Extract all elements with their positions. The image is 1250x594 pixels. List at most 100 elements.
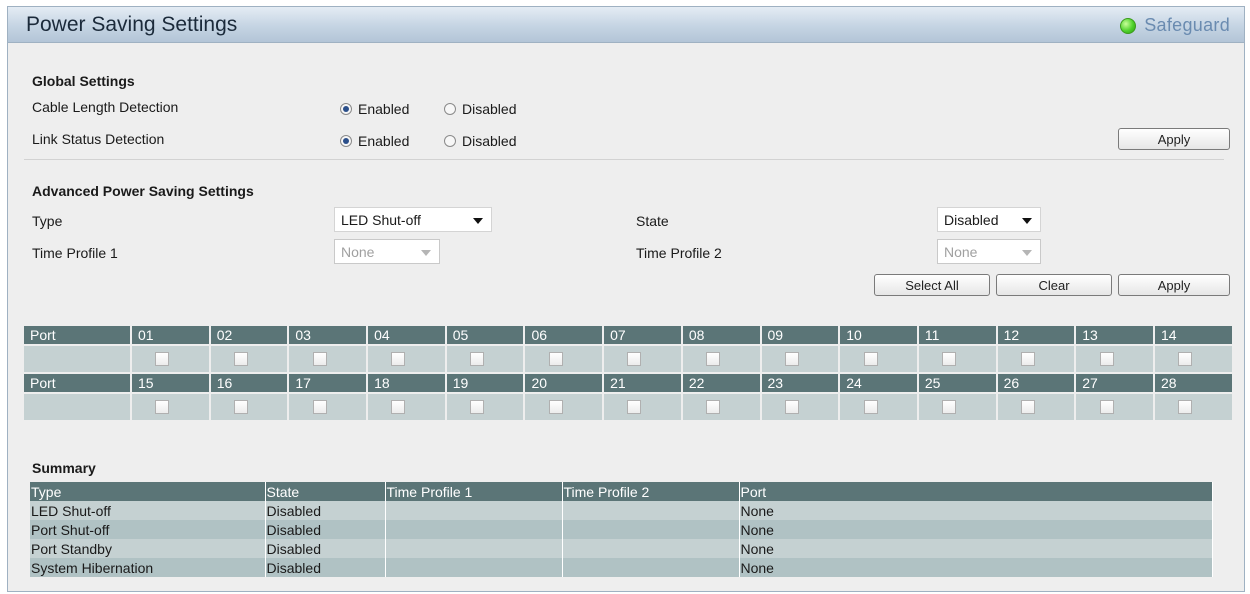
table-cell: Port Shut-off [30, 520, 266, 539]
port-number: 07 [604, 326, 683, 346]
port-checkbox[interactable] [627, 400, 642, 414]
select-all-button[interactable]: Select All [874, 274, 990, 296]
table-cell [385, 558, 563, 577]
column-header: Port [739, 482, 1213, 501]
port-cell [918, 346, 998, 374]
radio-label: Enabled [358, 133, 410, 149]
type-select[interactable]: LED Shut-off [334, 207, 492, 232]
port-number: 22 [682, 374, 762, 394]
column-header: State [265, 482, 386, 501]
port-number: 17 [289, 374, 369, 394]
port-number: 27 [1076, 374, 1155, 394]
table-cell [562, 520, 740, 539]
radio-unselected-icon [444, 135, 456, 147]
table-cell: None [739, 520, 1213, 539]
table-cell [562, 539, 740, 558]
radio-selected-icon [340, 135, 352, 147]
port-cell [918, 394, 998, 422]
port-cell [368, 346, 447, 374]
table-cell: None [739, 539, 1213, 558]
summary-table: Type State Time Profile 1 Time Profile 2… [30, 482, 1213, 577]
port-cell [1154, 346, 1234, 374]
port-checkbox[interactable] [706, 400, 721, 414]
port-number: 03 [289, 326, 369, 346]
port-number: 13 [1076, 326, 1155, 346]
type-label: Type [32, 213, 63, 229]
port-checkbox[interactable] [784, 352, 799, 366]
advanced-apply-button[interactable]: Apply [1118, 274, 1230, 296]
link-status-disabled-radio[interactable]: Disabled [444, 133, 516, 149]
port-number: 25 [918, 374, 998, 394]
port-checkbox[interactable] [627, 352, 642, 366]
clear-button[interactable]: Clear [996, 274, 1112, 296]
time-profile-1-select[interactable]: None [334, 239, 440, 264]
empty-cell [24, 346, 132, 374]
radio-selected-icon [340, 103, 352, 115]
port-checkbox[interactable] [155, 400, 170, 414]
port-checkbox[interactable] [942, 352, 957, 366]
port-checkbox[interactable] [706, 352, 721, 366]
port-checkbox[interactable] [1178, 352, 1193, 366]
cable-length-enabled-radio[interactable]: Enabled [340, 101, 409, 117]
port-checkbox[interactable] [1099, 352, 1114, 366]
port-number: 18 [368, 374, 447, 394]
port-checkbox[interactable] [784, 400, 799, 414]
global-apply-button[interactable]: Apply [1118, 128, 1230, 150]
port-header-label: Port [24, 326, 132, 346]
time-profile-2-value: None [944, 243, 978, 260]
cable-length-disabled-radio[interactable]: Disabled [444, 101, 516, 117]
title-bar: Power Saving Settings Safeguard [8, 7, 1244, 43]
port-checkbox[interactable] [234, 400, 249, 414]
port-checkbox[interactable] [470, 400, 485, 414]
port-checkbox[interactable] [470, 352, 485, 366]
port-cell [761, 394, 841, 422]
radio-label: Disabled [462, 133, 517, 149]
column-header: Time Profile 1 [385, 482, 563, 501]
time-profile-1-value: None [341, 243, 375, 260]
port-number: 11 [918, 326, 998, 346]
port-number: 05 [446, 326, 526, 346]
port-checkbox[interactable] [1099, 400, 1114, 414]
table-cell: Port Standby [30, 539, 266, 558]
port-checkbox[interactable] [1020, 400, 1035, 414]
port-header-label: Port [24, 374, 132, 394]
state-label: State [636, 213, 669, 229]
port-cell [289, 346, 369, 374]
port-cell [1154, 394, 1234, 422]
port-checkbox[interactable] [942, 400, 957, 414]
time-profile-2-select[interactable]: None [937, 239, 1041, 264]
port-checkbox[interactable] [391, 352, 406, 366]
port-number: 06 [525, 326, 605, 346]
page-title: Power Saving Settings [26, 13, 238, 36]
port-cell [289, 394, 369, 422]
port-number: 04 [368, 326, 447, 346]
port-number: 24 [840, 374, 919, 394]
port-checkbox[interactable] [863, 400, 878, 414]
divider [24, 159, 1224, 160]
port-header-row: Port 15 16 17 18 19 20 21 22 23 24 25 26… [24, 374, 1234, 394]
port-cell [368, 394, 447, 422]
port-checkbox[interactable] [312, 352, 327, 366]
state-select[interactable]: Disabled [937, 207, 1041, 232]
table-row: LED Shut-off Disabled None [30, 501, 1213, 520]
port-number: 28 [1154, 374, 1234, 394]
port-number: 14 [1154, 326, 1234, 346]
port-checkbox[interactable] [391, 400, 406, 414]
port-checkbox[interactable] [234, 352, 249, 366]
port-checkbox[interactable] [155, 352, 170, 366]
port-checkbox[interactable] [1020, 352, 1035, 366]
time-profile-2-label: Time Profile 2 [636, 245, 722, 261]
port-cell [840, 346, 919, 374]
port-checkbox[interactable] [548, 352, 563, 366]
port-cell [997, 346, 1077, 374]
port-checkbox[interactable] [312, 400, 327, 414]
column-header: Type [30, 482, 266, 501]
port-checkbox[interactable] [863, 352, 878, 366]
table-cell [562, 558, 740, 577]
port-header-row: Port 01 02 03 04 05 06 07 08 09 10 11 12… [24, 326, 1234, 346]
link-status-label: Link Status Detection [32, 131, 165, 147]
port-number: 16 [210, 374, 290, 394]
link-status-enabled-radio[interactable]: Enabled [340, 133, 409, 149]
port-checkbox[interactable] [1178, 400, 1193, 414]
port-checkbox[interactable] [548, 400, 563, 414]
